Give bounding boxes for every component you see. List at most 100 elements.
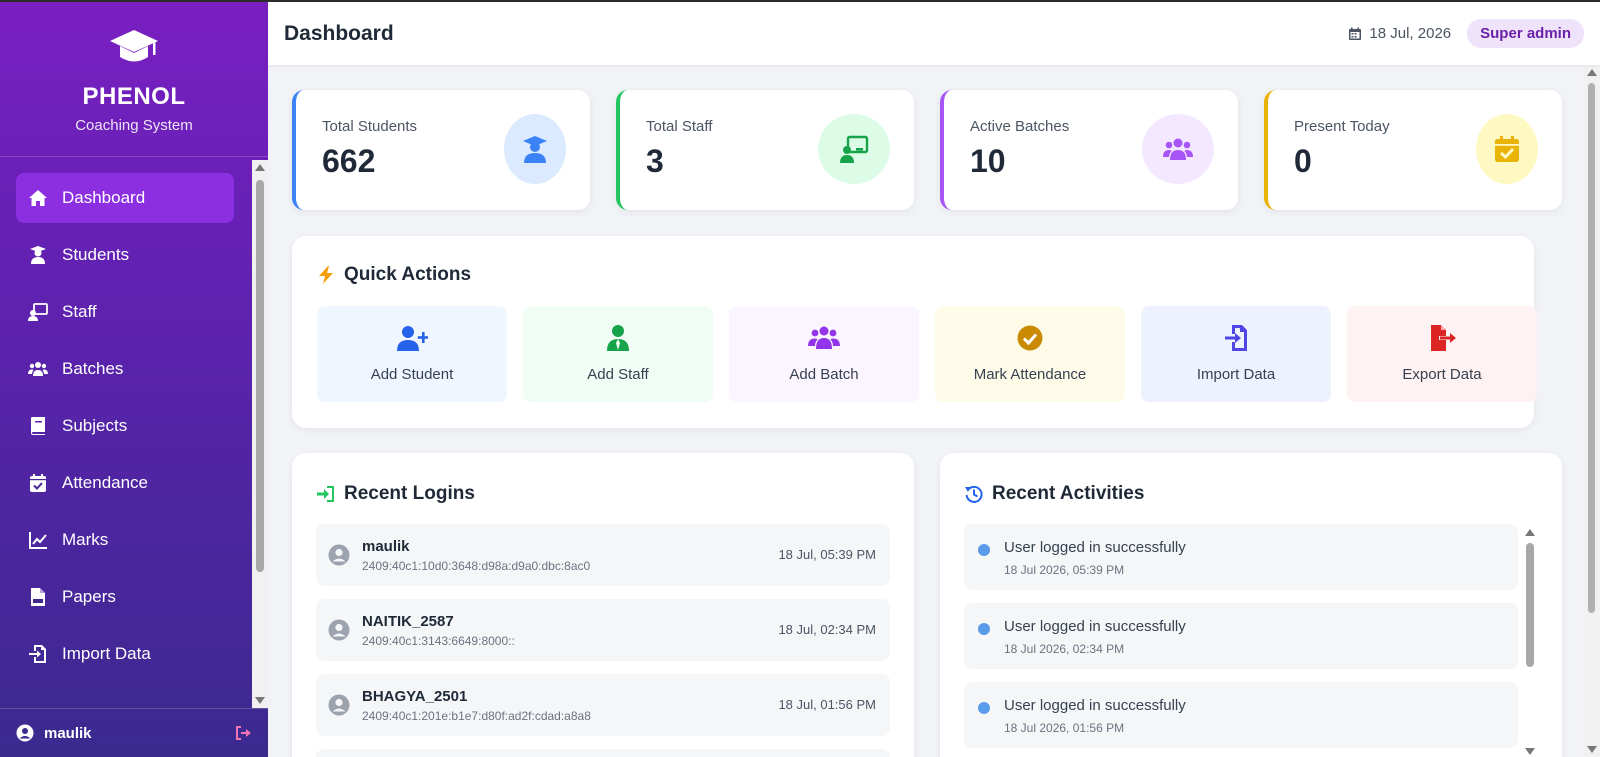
stat-card-active-batches: Active Batches 10 — [940, 90, 1238, 210]
quick-actions-panel: Quick Actions Add Student Add Staff Add … — [292, 236, 1537, 428]
recent-logins-title: Recent Logins — [316, 483, 475, 505]
scrollbar-thumb[interactable] — [1588, 83, 1595, 613]
login-ip: 2409:40c1:10d0:3648:d98a:d9a0:dbc:8ac0 — [362, 559, 591, 573]
activity-dot-icon — [978, 702, 990, 714]
scroll-up-icon[interactable] — [1587, 69, 1597, 76]
sidebar-item-label: Subjects — [62, 416, 128, 435]
panel-title-text: Quick Actions — [344, 264, 472, 285]
sidebar-item-marks[interactable]: Marks — [16, 515, 234, 565]
activity-list-item: User logged in successfully 18 Jul 2026,… — [964, 524, 1518, 590]
quick-actions-title: Quick Actions — [316, 264, 471, 286]
action-label: Import Data — [1196, 366, 1276, 383]
login-list-item: NAITIK_2587 2409:40c1:3143:6649:8000:: 1… — [316, 599, 890, 661]
scroll-up-icon[interactable] — [255, 164, 265, 171]
activities-scrollbar[interactable] — [1524, 527, 1536, 757]
sidebar-item-attendance[interactable]: Attendance — [16, 458, 234, 508]
top-header: Dashboard 18 Jul, 2026 Super admin — [268, 2, 1600, 65]
login-time: 18 Jul, 05:39 PM — [778, 547, 876, 562]
sidebar-scrollbar[interactable] — [252, 160, 268, 708]
user-circle-icon — [328, 694, 350, 716]
activity-date: 18 Jul 2026, 02:34 PM — [1004, 642, 1125, 656]
logout-icon[interactable] — [234, 724, 252, 742]
history-icon — [965, 485, 983, 503]
scroll-down-icon[interactable] — [1587, 746, 1597, 753]
export-data-button[interactable]: Export Data — [1347, 306, 1537, 402]
login-time: 18 Jul, 02:34 PM — [778, 622, 876, 637]
user-plus-icon — [397, 326, 429, 351]
add-batch-button[interactable]: Add Batch — [729, 306, 919, 402]
sidebar-item-staff[interactable]: Staff — [16, 287, 234, 337]
recent-activities-title: Recent Activities — [964, 483, 1144, 505]
mark-attendance-button[interactable]: Mark Attendance — [935, 306, 1125, 402]
action-label: Add Student — [370, 366, 454, 383]
stat-card-total-staff: Total Staff 3 — [616, 90, 914, 210]
sidebar-item-batches[interactable]: Batches — [16, 344, 234, 394]
stat-icon-wrap — [504, 114, 566, 184]
teacher-board-icon — [840, 135, 869, 163]
sidebar-user: maulik — [0, 708, 268, 757]
login-list-item: maulik 2409:40c1:10d0:3648:d98a:d9a0:dbc… — [316, 524, 890, 586]
activity-text: User logged in successfully — [1004, 618, 1186, 635]
home-icon — [29, 190, 47, 206]
recent-logins-panel: Recent Logins maulik 2409:40c1:10d0:3648… — [292, 453, 914, 757]
graduation-cap-icon — [110, 30, 158, 62]
login-time: 18 Jul, 01:56 PM — [778, 697, 876, 712]
users-icon — [1163, 138, 1193, 160]
scroll-down-icon[interactable] — [1525, 748, 1535, 755]
book-icon — [31, 417, 45, 435]
calendar-check-icon — [1495, 136, 1519, 162]
file-export-icon — [1431, 325, 1456, 351]
sidebar-item-dashboard[interactable]: Dashboard — [16, 173, 234, 223]
scrollbar-thumb[interactable] — [256, 180, 264, 572]
brand-subtitle: Coaching System — [75, 117, 193, 134]
login-username: maulik — [362, 538, 410, 555]
action-label: Mark Attendance — [973, 366, 1087, 383]
student-icon — [30, 246, 46, 264]
sidebar-item-label: Attendance — [62, 473, 149, 492]
graduation-student-icon — [523, 136, 547, 163]
sidebar-item-papers[interactable]: Papers — [16, 572, 234, 622]
login-list-item — [316, 749, 890, 757]
date-text: 18 Jul, 2026 — [1369, 25, 1452, 42]
sidebar-item-subjects[interactable]: Subjects — [16, 401, 234, 451]
scrollbar-thumb[interactable] — [1526, 543, 1534, 667]
sidebar-item-label: Papers — [62, 587, 116, 606]
sidebar-item-import-data[interactable]: Import Data — [16, 629, 234, 679]
user-circle-icon — [328, 619, 350, 641]
sidebar-nav: Dashboard Students Staff Batches Subject… — [0, 160, 252, 708]
login-username: BHAGYA_2501 — [362, 688, 468, 705]
activity-list-item: User logged in successfully 18 Jul 2026,… — [964, 682, 1518, 748]
scroll-down-icon[interactable] — [255, 697, 265, 704]
chart-line-icon — [29, 532, 47, 549]
activity-dot-icon — [978, 544, 990, 556]
activity-text: User logged in successfully — [1004, 697, 1186, 714]
scroll-up-icon[interactable] — [1525, 529, 1535, 536]
stat-icon-wrap — [1476, 114, 1538, 184]
lightning-icon — [319, 266, 333, 284]
sidebar-item-label: Staff — [62, 302, 97, 321]
user-circle-icon — [16, 724, 34, 742]
calendar-icon — [1349, 27, 1362, 40]
sidebar-item-label: Students — [62, 245, 130, 264]
users-icon — [28, 362, 48, 376]
import-data-button[interactable]: Import Data — [1141, 306, 1331, 402]
role-badge: Super admin — [1467, 19, 1584, 48]
user-tie-icon — [607, 325, 629, 351]
page-title: Dashboard — [284, 21, 394, 45]
file-import-icon — [1225, 325, 1247, 351]
file-import-icon — [29, 645, 46, 663]
login-list-item: BHAGYA_2501 2409:40c1:201e:b1e7:d80f:ad2… — [316, 674, 890, 736]
users-icon — [808, 326, 840, 349]
login-username: NAITIK_2587 — [362, 613, 454, 630]
login-ip: 2409:40c1:201e:b1e7:d80f:ad2f:cdad:a8a8 — [362, 709, 591, 723]
add-staff-button[interactable]: Add Staff — [523, 306, 713, 402]
page-scrollbar[interactable] — [1583, 65, 1600, 757]
stat-card-total-students: Total Students 662 — [292, 90, 590, 210]
sidebar-item-label: Marks — [62, 530, 109, 549]
add-student-button[interactable]: Add Student — [317, 306, 507, 402]
sidebar-item-label: Dashboard — [62, 188, 146, 207]
user-name: maulik — [44, 724, 92, 742]
sidebar-item-students[interactable]: Students — [16, 230, 234, 280]
brand: PHENOL Coaching System — [0, 2, 268, 157]
current-date: 18 Jul, 2026 — [1348, 25, 1451, 42]
